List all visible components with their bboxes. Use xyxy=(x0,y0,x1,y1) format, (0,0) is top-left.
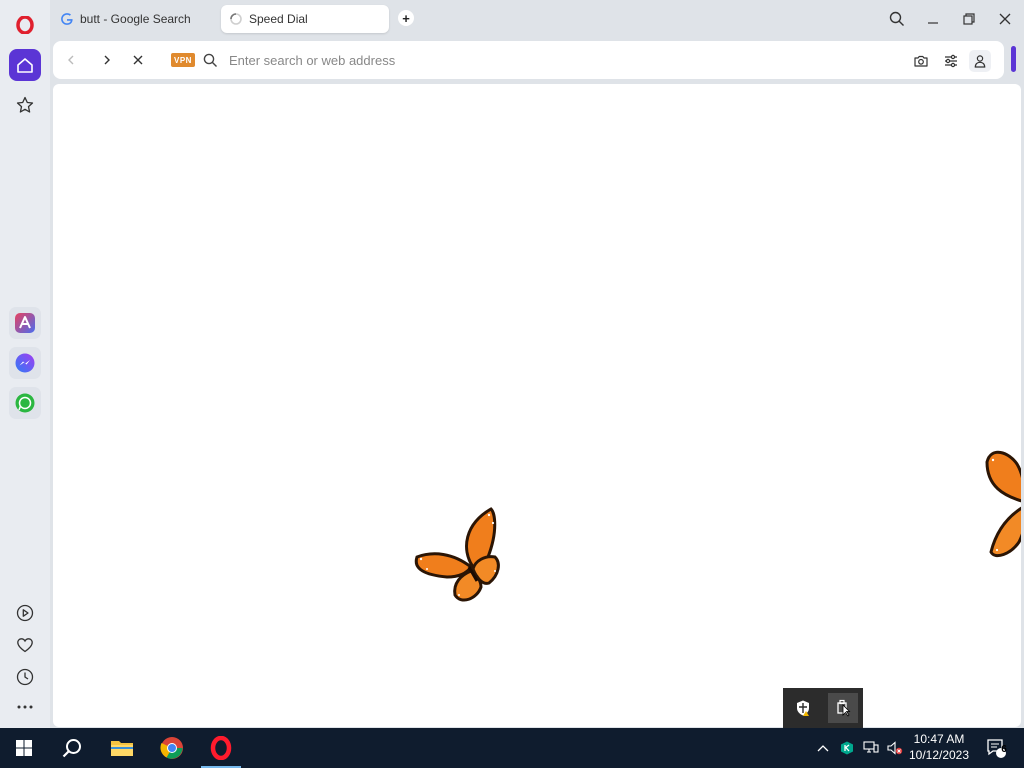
volume-muted-icon xyxy=(887,741,903,755)
vpn-badge[interactable]: VPN xyxy=(171,53,195,67)
more-button[interactable] xyxy=(9,691,41,723)
notification-center-button[interactable]: 6 xyxy=(978,728,1014,768)
settings-sliders-icon xyxy=(945,54,957,68)
speed-dial-page xyxy=(53,84,1021,727)
profile-button[interactable] xyxy=(969,50,991,72)
player-button[interactable] xyxy=(9,597,41,629)
profile-icon xyxy=(974,55,986,68)
usb-tray-button[interactable] xyxy=(828,693,858,723)
home-icon xyxy=(17,58,33,73)
player-icon xyxy=(16,604,34,622)
plus-icon: + xyxy=(402,10,410,26)
opera-logo-icon[interactable] xyxy=(9,9,41,41)
search-icon xyxy=(200,50,220,70)
taskbar-search-button[interactable] xyxy=(48,728,96,768)
snapshot-button[interactable] xyxy=(910,50,932,72)
file-explorer-button[interactable] xyxy=(98,728,146,768)
chevron-up-icon xyxy=(817,745,829,752)
search-icon xyxy=(62,739,81,758)
camera-icon xyxy=(914,55,928,67)
sidebar xyxy=(0,0,50,728)
close-button[interactable] xyxy=(994,8,1016,30)
google-icon xyxy=(60,12,74,26)
windows-taskbar: 10:47 AM 10/12/2023 6 xyxy=(0,728,1024,768)
chevron-right-icon xyxy=(104,55,110,65)
tab-bar: butt - Google Search Speed Dial + xyxy=(50,0,1024,38)
chrome-button[interactable] xyxy=(148,728,196,768)
restore-icon xyxy=(963,13,975,25)
heart-icon xyxy=(17,638,33,653)
new-tab-button[interactable]: + xyxy=(398,10,414,26)
loading-spinner-icon xyxy=(229,12,243,26)
butterfly-wallpaper xyxy=(414,450,1021,602)
show-hidden-icons-button[interactable] xyxy=(812,728,834,768)
history-icon xyxy=(16,668,34,686)
defender-tray-button[interactable] xyxy=(788,693,818,723)
stop-loading-button[interactable] xyxy=(128,50,148,70)
chevron-left-icon xyxy=(68,55,74,65)
bookmarks-icon xyxy=(16,96,34,113)
butterfly-image xyxy=(414,507,500,602)
easy-setup-button[interactable] xyxy=(940,50,962,72)
usb-device-icon xyxy=(837,699,851,717)
network-tray-button[interactable] xyxy=(860,728,882,768)
whatsapp-icon xyxy=(15,393,35,413)
hidden-tray-icons-popup xyxy=(783,688,863,728)
minimize-button[interactable] xyxy=(922,8,944,30)
kaspersky-tray-button[interactable] xyxy=(836,728,858,768)
file-explorer-icon xyxy=(111,741,133,756)
clock-time: 10:47 AM xyxy=(913,732,965,746)
tab-google-search[interactable]: butt - Google Search xyxy=(52,5,214,33)
tab-speed-dial[interactable]: Speed Dial xyxy=(221,5,389,33)
home-button[interactable] xyxy=(9,49,41,81)
clock-date: 10/12/2023 xyxy=(908,748,970,762)
whatsapp-button[interactable] xyxy=(9,387,41,419)
sidebar-scroll-indicator xyxy=(1011,46,1016,72)
tab-search-button[interactable] xyxy=(886,8,908,30)
tab-title: butt - Google Search xyxy=(80,12,191,26)
restore-button[interactable] xyxy=(958,8,980,30)
aria-icon xyxy=(15,313,35,333)
close-icon xyxy=(133,55,143,65)
shield-warning-icon xyxy=(797,700,809,716)
pinboard-button[interactable] xyxy=(9,629,41,661)
kaspersky-icon xyxy=(841,741,853,755)
aria-button[interactable] xyxy=(9,307,41,339)
butterfly-image xyxy=(985,450,1021,558)
opera-taskbar-button[interactable] xyxy=(197,728,245,768)
start-button[interactable] xyxy=(0,728,48,768)
chrome-icon xyxy=(160,737,183,759)
minimize-icon xyxy=(928,22,938,24)
volume-tray-button[interactable] xyxy=(884,728,906,768)
address-input[interactable] xyxy=(229,50,829,70)
history-button[interactable] xyxy=(9,661,41,693)
messenger-icon xyxy=(15,353,35,373)
forward-button[interactable] xyxy=(97,50,117,70)
opera-icon xyxy=(210,736,232,760)
close-icon xyxy=(999,13,1011,25)
taskbar-clock[interactable]: 10:47 AM 10/12/2023 xyxy=(904,731,974,763)
notification-count-badge: 6 xyxy=(1001,744,1007,755)
back-button[interactable] xyxy=(61,50,81,70)
more-icon xyxy=(17,705,33,709)
windows-start-icon xyxy=(16,740,32,756)
messenger-button[interactable] xyxy=(9,347,41,379)
address-bar: VPN xyxy=(53,41,1004,79)
tab-title: Speed Dial xyxy=(249,12,308,26)
bookmarks-button[interactable] xyxy=(9,89,41,121)
search-icon xyxy=(889,11,904,26)
network-icon xyxy=(863,741,879,753)
